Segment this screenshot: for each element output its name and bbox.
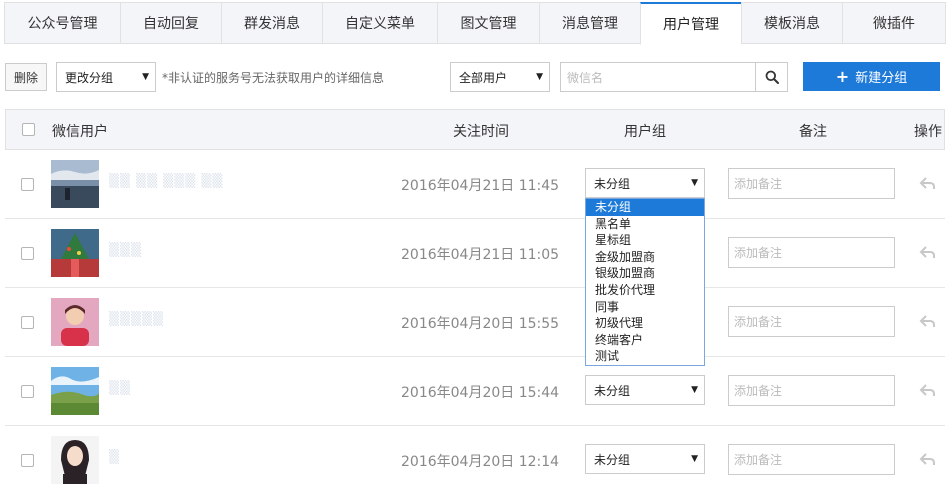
group-select[interactable]: 未分组 ▼: [585, 375, 705, 405]
user-nickname: ▒▒▒: [109, 243, 142, 258]
delete-button[interactable]: 删除: [5, 63, 47, 91]
group-option[interactable]: 初级代理: [586, 315, 704, 332]
caret-down-icon: ▼: [691, 454, 698, 464]
row-checkbox[interactable]: [21, 316, 34, 329]
group-option[interactable]: 测试: [586, 348, 704, 365]
follow-time: 2016年04月21日 11:45: [401, 178, 560, 194]
user-nickname: ▒▒ ▒▒ ▒▒▒ ▒▒: [109, 174, 224, 189]
avatar: [51, 367, 99, 415]
table-row: ▒ 2016年04月20日 12:14 未分组 ▼ 添加备注: [5, 426, 945, 491]
tab-auto-reply[interactable]: 自动回复: [120, 2, 221, 44]
remark-input[interactable]: 添加备注: [728, 444, 895, 475]
group-option[interactable]: 星标组: [586, 232, 704, 249]
header-user: 微信用户: [52, 124, 108, 140]
group-option[interactable]: 未分组: [586, 199, 704, 216]
row-checkbox[interactable]: [21, 247, 34, 260]
remark-input[interactable]: 添加备注: [728, 375, 895, 406]
user-filter-label: 全部用户: [459, 70, 508, 85]
group-select[interactable]: 未分组 ▼: [585, 168, 705, 198]
caret-down-icon: ▼: [142, 72, 149, 82]
reply-icon[interactable]: [919, 450, 937, 468]
select-all-checkbox[interactable]: [22, 123, 35, 136]
table-row: ▒▒ ▒▒ ▒▒▒ ▒▒ 2016年04月21日 11:45 未分组 ▼ 添加备…: [5, 150, 945, 219]
table-row: ▒▒▒ 2016年04月21日 11:05 添加备注: [5, 219, 945, 288]
table-row: ▒▒▒▒▒ 2016年04月20日 15:55 添加备注: [5, 288, 945, 357]
user-nickname: ▒▒▒▒▒: [109, 312, 164, 327]
group-dropdown-list: 未分组 黑名单 星标组 金级加盟商 银级加盟商 批发价代理 同事 初级代理 终端…: [585, 198, 705, 366]
change-group-select[interactable]: 更改分组 ▼: [56, 62, 156, 92]
tab-plugins[interactable]: 微插件: [842, 2, 946, 44]
tab-account[interactable]: 公众号管理: [4, 2, 120, 44]
main-tabs: 公众号管理 自动回复 群发消息 自定义菜单 图文管理 消息管理 用户管理 模板消…: [4, 2, 946, 45]
caret-down-icon: ▼: [691, 178, 698, 188]
table-row: ▒▒ 2016年04月20日 15:44 未分组 ▼ 添加备注: [5, 357, 945, 426]
remark-placeholder: 添加备注: [734, 246, 783, 260]
group-option[interactable]: 同事: [586, 299, 704, 316]
avatar: [51, 436, 99, 484]
reply-icon[interactable]: [919, 312, 937, 330]
follow-time: 2016年04月20日 15:55: [401, 316, 560, 332]
row-checkbox[interactable]: [21, 178, 34, 191]
remark-placeholder: 添加备注: [734, 384, 783, 398]
change-group-label: 更改分组: [65, 70, 114, 85]
tab-templates[interactable]: 模板消息: [741, 2, 842, 44]
remark-input[interactable]: 添加备注: [728, 237, 895, 268]
group-option[interactable]: 批发价代理: [586, 282, 704, 299]
reply-icon[interactable]: [919, 174, 937, 192]
user-filter-select[interactable]: 全部用户 ▼: [450, 62, 550, 92]
new-group-button[interactable]: + 新建分组: [803, 62, 940, 91]
caret-down-icon: ▼: [691, 385, 698, 395]
remark-input[interactable]: 添加备注: [728, 168, 895, 199]
group-option[interactable]: 终端客户: [586, 332, 704, 349]
group-select[interactable]: 未分组 ▼: [585, 444, 705, 474]
header-remark: 备注: [799, 124, 827, 140]
avatar: [51, 229, 99, 277]
search-placeholder: 微信名: [567, 70, 604, 85]
avatar: [51, 160, 99, 208]
table-header: 微信用户 关注时间 用户组 备注 操作: [5, 109, 945, 150]
row-checkbox[interactable]: [21, 385, 34, 398]
new-group-label: 新建分组: [855, 71, 908, 86]
tab-articles[interactable]: 图文管理: [437, 2, 539, 44]
group-label: 未分组: [594, 383, 631, 398]
follow-time: 2016年04月21日 11:05: [401, 247, 560, 263]
tab-custom-menu[interactable]: 自定义菜单: [322, 2, 437, 44]
verification-note: *非认证的服务号无法获取用户的详细信息: [162, 71, 385, 85]
tab-broadcast[interactable]: 群发消息: [221, 2, 322, 44]
remark-placeholder: 添加备注: [734, 315, 783, 329]
header-follow-time: 关注时间: [453, 124, 509, 140]
remark-input[interactable]: 添加备注: [728, 306, 895, 337]
group-label: 未分组: [594, 176, 631, 191]
row-checkbox[interactable]: [21, 454, 34, 467]
follow-time: 2016年04月20日 15:44: [401, 385, 560, 401]
avatar: [51, 298, 99, 346]
plus-icon: +: [835, 66, 850, 86]
reply-icon[interactable]: [919, 243, 937, 261]
group-label: 未分组: [594, 452, 631, 467]
remark-placeholder: 添加备注: [734, 177, 783, 191]
tab-users[interactable]: 用户管理: [640, 2, 741, 45]
search-input[interactable]: 微信名: [560, 62, 756, 92]
search-icon: [765, 70, 779, 84]
header-group: 用户组: [624, 124, 666, 140]
search-button[interactable]: [755, 62, 788, 92]
caret-down-icon: ▼: [536, 72, 543, 82]
reply-icon[interactable]: [919, 381, 937, 399]
tab-messages[interactable]: 消息管理: [539, 2, 640, 44]
group-option[interactable]: 金级加盟商: [586, 249, 704, 266]
group-option[interactable]: 黑名单: [586, 216, 704, 233]
follow-time: 2016年04月20日 12:14: [401, 454, 560, 470]
user-nickname: ▒: [109, 450, 120, 465]
remark-placeholder: 添加备注: [734, 453, 783, 467]
header-action: 操作: [914, 124, 942, 140]
group-option[interactable]: 银级加盟商: [586, 265, 704, 282]
user-nickname: ▒▒: [109, 381, 131, 396]
